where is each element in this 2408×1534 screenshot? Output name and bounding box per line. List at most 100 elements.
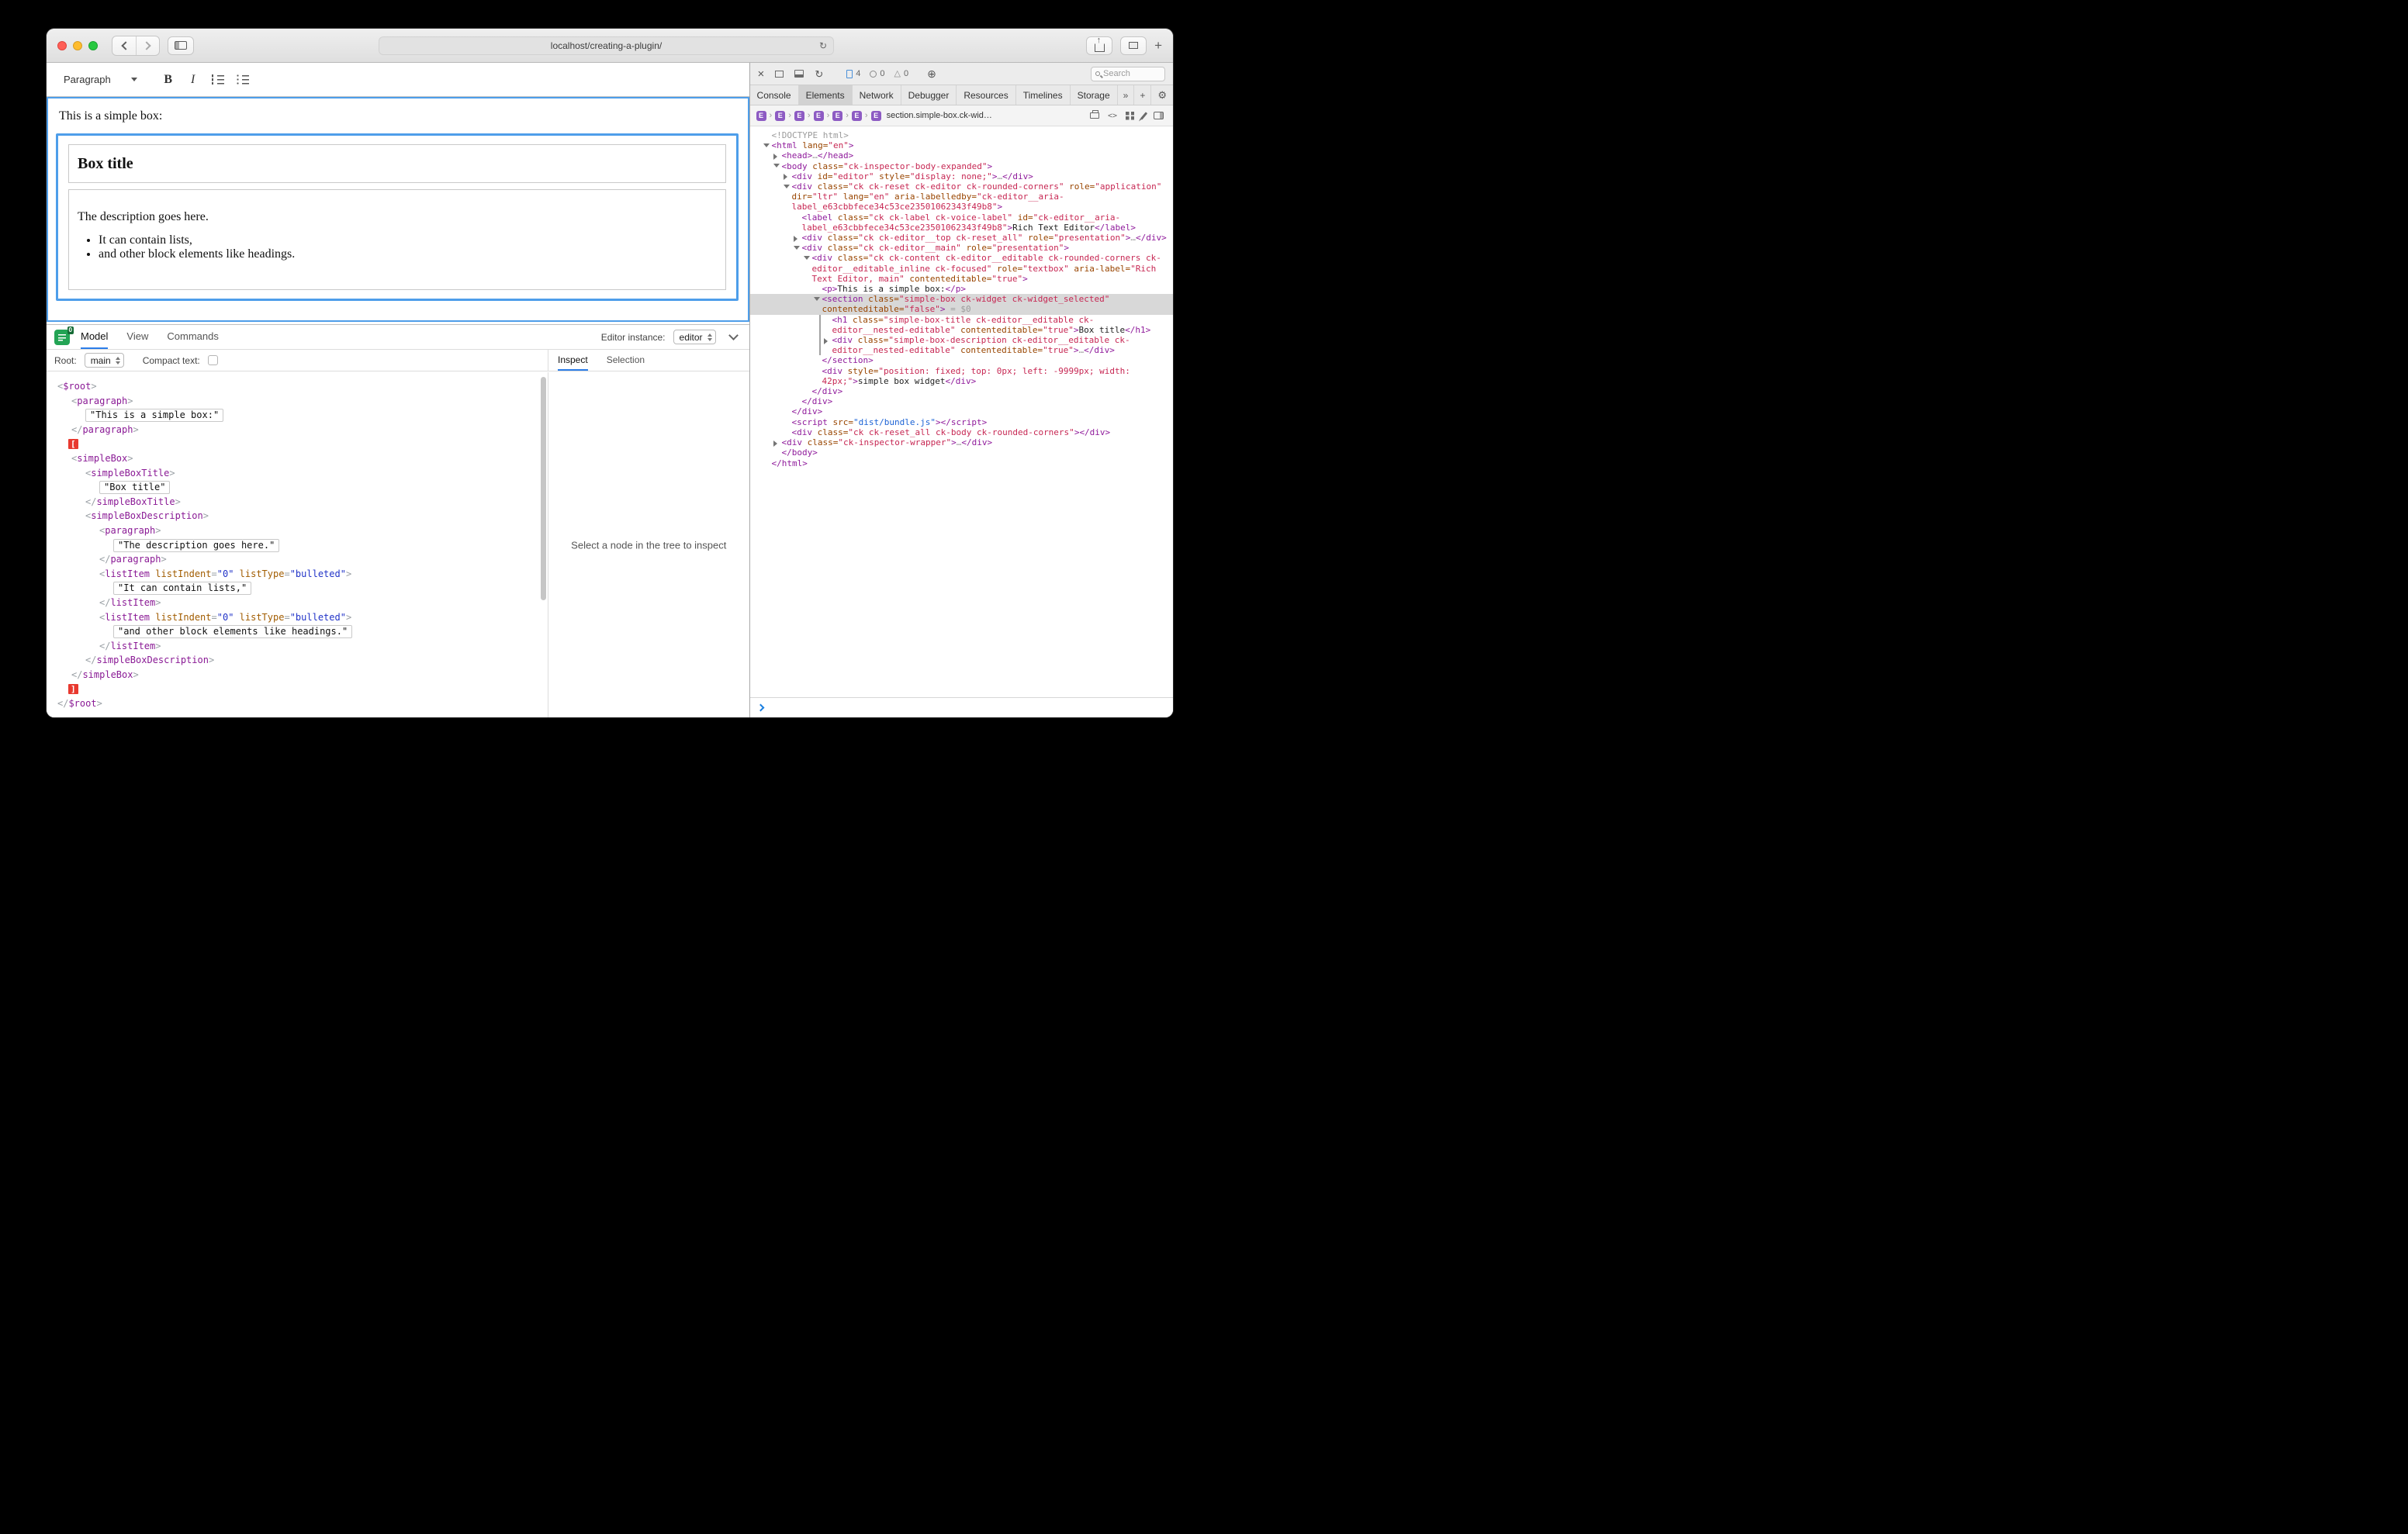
model-tree-line[interactable]: [ — [47, 437, 548, 451]
bold-button[interactable]: B — [156, 68, 181, 92]
address-bar[interactable]: localhost/creating-a-plugin/ ↻ — [379, 36, 834, 55]
devtools-search-input[interactable] — [1103, 69, 1157, 78]
disclosure-closed-icon[interactable] — [784, 174, 787, 180]
dom-tree-line[interactable]: <div class="ck ck-reset_all ck-body ck-r… — [750, 427, 1173, 437]
detail-tab-inspect[interactable]: Inspect — [558, 350, 588, 371]
resources-count-badge[interactable]: 4 — [846, 69, 860, 78]
minimize-window-button[interactable] — [73, 41, 82, 50]
model-tree-line[interactable]: </$root> — [47, 696, 548, 711]
dock-bottom-icon[interactable] — [794, 70, 804, 78]
detail-tab-selection[interactable]: Selection — [607, 350, 645, 371]
model-tree-line[interactable]: "It can contain lists," — [47, 581, 548, 596]
dom-tree-line[interactable]: <section class="simple-box ck-widget ck-… — [750, 294, 1173, 314]
element-crumb-icon[interactable]: E — [775, 111, 785, 121]
model-tree-line[interactable]: </paragraph> — [47, 552, 548, 567]
editor-instance-select[interactable]: editor — [673, 330, 716, 344]
reload-button[interactable]: ↻ — [815, 69, 823, 79]
selected-element-crumb[interactable]: section.simple-box.ck-wid… — [887, 111, 992, 120]
disclosure-open-icon[interactable] — [763, 143, 770, 147]
grid-icon[interactable] — [1126, 112, 1134, 120]
model-text-node[interactable]: "Box title" — [99, 481, 170, 494]
devtools-tab-timelines[interactable]: Timelines — [1016, 85, 1071, 105]
undock-icon[interactable] — [775, 71, 784, 78]
disclosure-closed-icon[interactable] — [773, 441, 777, 447]
model-text-node[interactable]: "The description goes here." — [113, 539, 279, 552]
pencil-icon[interactable] — [1140, 112, 1147, 119]
tree-scrollbar[interactable] — [541, 377, 546, 600]
model-tree-line[interactable]: <$root> — [47, 379, 548, 394]
dom-tree-line[interactable]: </div> — [750, 396, 1173, 406]
dom-tree-line[interactable]: <!DOCTYPE html> — [750, 130, 1173, 140]
disclosure-open-icon[interactable] — [773, 164, 780, 168]
disclosure-closed-icon[interactable] — [794, 236, 797, 242]
dom-tree-line[interactable]: </html> — [750, 458, 1173, 468]
root-select[interactable]: main — [85, 353, 124, 368]
model-tree-line[interactable]: </simpleBoxTitle> — [47, 495, 548, 510]
quick-console[interactable] — [750, 697, 1173, 717]
disclosure-open-icon[interactable] — [814, 297, 820, 301]
inspector-tab-view[interactable]: View — [126, 325, 148, 349]
bulleted-list-button[interactable] — [230, 68, 255, 92]
dom-tree-line[interactable]: <div class="ck ck-editor__top ck-reset_a… — [750, 233, 1173, 243]
share-button[interactable] — [1086, 36, 1112, 55]
details-sidebar-icon[interactable] — [1154, 112, 1164, 119]
model-text-node[interactable]: "and other block elements like headings.… — [113, 625, 352, 638]
dom-tree-line[interactable]: <body class="ck-inspector-body-expanded"… — [750, 161, 1173, 171]
dom-tree-line[interactable]: <div class="simple-box-description ck-ed… — [750, 335, 1173, 355]
devtools-tab-console[interactable]: Console — [750, 85, 799, 105]
model-tree-line[interactable]: "The description goes here." — [47, 538, 548, 553]
disclosure-open-icon[interactable] — [804, 256, 810, 260]
page-reload-icon[interactable]: ↻ — [819, 40, 827, 51]
new-tab-button[interactable]: + — [1154, 36, 1162, 55]
element-crumb-icon[interactable]: E — [871, 111, 881, 121]
inspector-tab-commands[interactable]: Commands — [167, 325, 218, 349]
element-crumb-icon[interactable]: E — [832, 111, 842, 121]
dom-tree-line[interactable]: </div> — [750, 386, 1173, 396]
compact-text-checkbox[interactable] — [208, 355, 218, 365]
model-tree-line[interactable]: <simpleBoxDescription> — [47, 509, 548, 523]
model-tree-line[interactable]: <paragraph> — [47, 394, 548, 409]
dom-tree-line[interactable]: <label class="ck ck-label ck-voice-label… — [750, 212, 1173, 233]
dom-tree-line[interactable]: </section> — [750, 355, 1173, 365]
dom-tree-line[interactable]: <h1 class="simple-box-title ck-editor__e… — [750, 315, 1173, 335]
disclosure-open-icon[interactable] — [784, 185, 790, 188]
disclosure-closed-icon[interactable] — [773, 154, 777, 160]
dom-tree-line[interactable]: <p>This is a simple box:</p> — [750, 284, 1173, 294]
description-paragraph[interactable]: The description goes here. — [78, 210, 717, 224]
model-tree-line[interactable]: </listItem> — [47, 596, 548, 610]
model-tree-line[interactable]: <paragraph> — [47, 523, 548, 538]
model-text-node[interactable]: "This is a simple box:" — [85, 409, 223, 422]
dom-tree-line[interactable]: <html lang="en"> — [750, 140, 1173, 150]
model-tree-line[interactable]: </simpleBox> — [47, 668, 548, 682]
model-tree-line[interactable]: </listItem> — [47, 639, 548, 654]
element-crumb-icon[interactable]: E — [814, 111, 824, 121]
print-icon[interactable] — [1090, 112, 1099, 119]
simple-box-title[interactable]: Box title — [68, 144, 726, 183]
devtools-tab-storage[interactable]: Storage — [1071, 85, 1118, 105]
model-tree-line[interactable]: <simpleBoxTitle> — [47, 466, 548, 481]
element-crumb-icon[interactable]: E — [794, 111, 804, 121]
element-crumb-icon[interactable]: E — [852, 111, 862, 121]
description-list-item[interactable]: and other block elements like headings. — [99, 247, 717, 261]
devtools-settings-button[interactable]: ⚙ — [1151, 85, 1173, 105]
model-tree-line[interactable]: "and other block elements like headings.… — [47, 624, 548, 639]
tab-overview-button[interactable] — [1120, 36, 1147, 55]
model-tree-line[interactable]: "This is a simple box:" — [47, 408, 548, 423]
element-picker-button[interactable]: ⊕ — [927, 68, 936, 79]
add-tab-button[interactable]: + — [1134, 85, 1151, 105]
close-devtools-button[interactable]: × — [758, 68, 765, 80]
italic-button[interactable]: I — [181, 68, 206, 92]
dom-tree-line[interactable]: <div class="ck ck-reset ck-editor ck-rou… — [750, 181, 1173, 212]
close-window-button[interactable] — [57, 41, 67, 50]
numbered-list-button[interactable] — [206, 68, 230, 92]
model-tree-line[interactable]: <listItem listIndent="0" listType="bulle… — [47, 610, 548, 625]
collapse-inspector-icon[interactable] — [728, 330, 739, 340]
devtools-tab-debugger[interactable]: Debugger — [901, 85, 957, 105]
info-count-badge[interactable]: 0 — [870, 69, 884, 78]
zoom-window-button[interactable] — [88, 41, 98, 50]
disclosure-open-icon[interactable] — [794, 246, 800, 250]
simple-box-widget[interactable]: Box title The description goes here. It … — [56, 133, 739, 301]
model-tree-line[interactable]: <simpleBox> — [47, 451, 548, 466]
dom-tree-line[interactable]: <div class="ck ck-content ck-editor__edi… — [750, 253, 1173, 284]
dom-tree-line[interactable]: </body> — [750, 447, 1173, 458]
